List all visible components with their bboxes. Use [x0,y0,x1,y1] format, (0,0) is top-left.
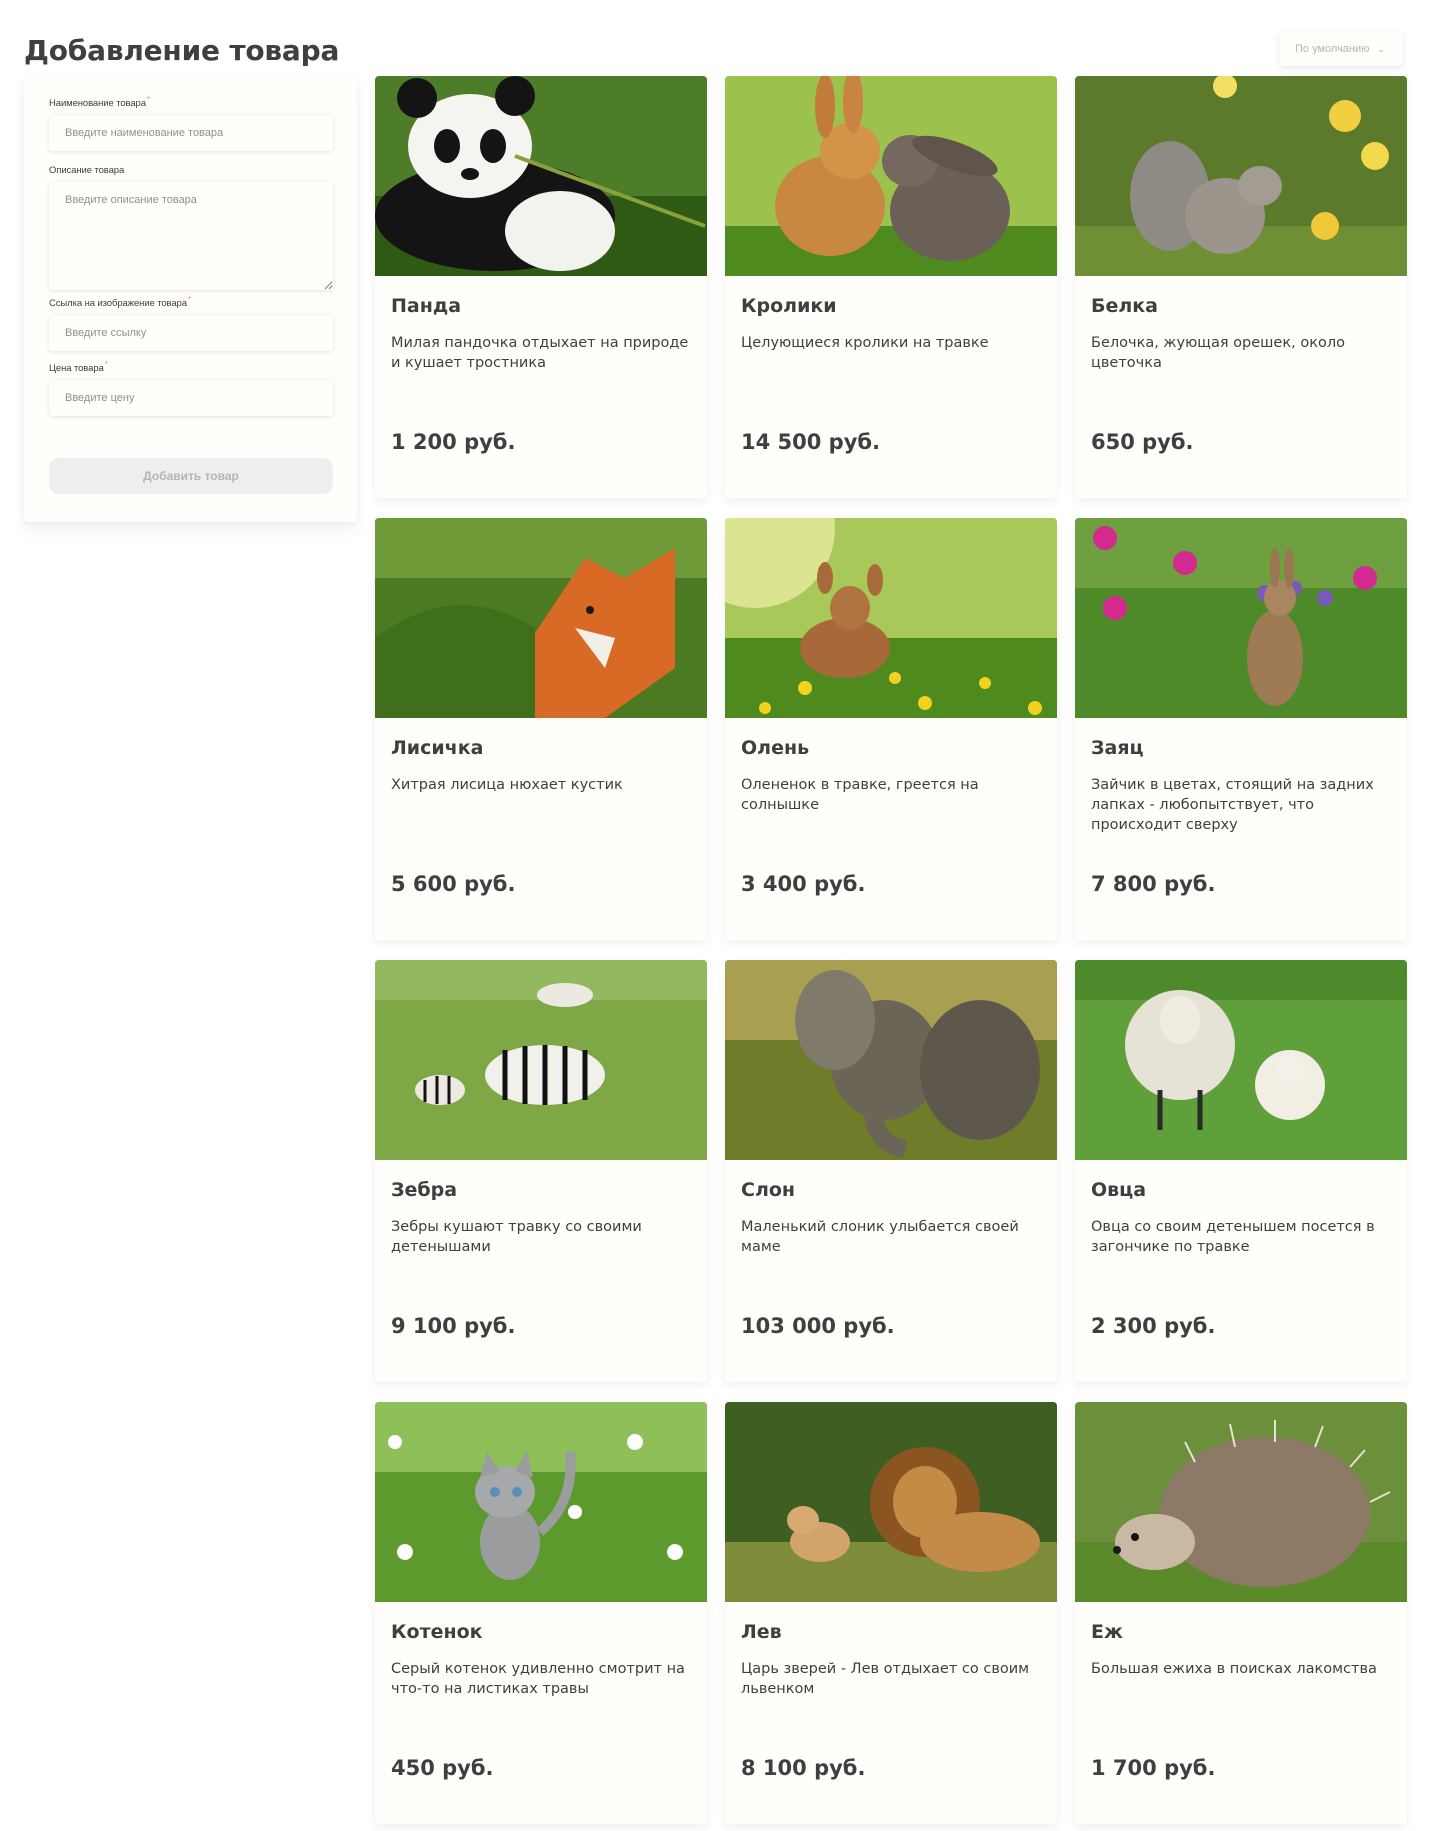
description-field-label: Описание товара [49,165,125,176]
product-price: 1 200 руб. [391,430,516,454]
product-image-rabbits [725,76,1057,276]
product-description: Овца со своим детенышем посется в загонч… [1091,1219,1375,1255]
product-price: 8 100 руб. [741,1756,866,1780]
product-image-fawn [725,518,1057,718]
product-title: Зебра [391,1179,458,1201]
product-title: Кролики [741,295,837,317]
add-product-button[interactable]: Добавить товар [49,458,333,494]
product-description: Зайчик в цветах, стоящий на задних лапка… [1091,777,1374,833]
product-image-lion [725,1402,1057,1602]
image-link-field-label-text: Ссылка на изображение товара [49,298,187,309]
product-card[interactable]: Еж Большая ежиха в поисках лакомства 1 700… [1075,1402,1407,1824]
product-title: Олень [741,737,810,759]
product-description: Большая ежиха в поисках лакомства [1091,1661,1377,1677]
product-price: 2 300 руб. [1091,1314,1216,1338]
required-marker: * [146,95,150,104]
product-price: 9 100 руб. [391,1314,516,1338]
product-image-sheep [1075,960,1407,1160]
page-title: Добавление товара [24,34,340,67]
product-description: Олененок в травке, греется на солнышке [741,777,979,813]
product-description: Зебры кушают травку со своими детенышами [391,1219,642,1255]
sort-select[interactable]: По умолчанию ⌄ [1280,32,1402,66]
product-card[interactable]: Кролики Целующиеся кролики на травке 14 50… [725,76,1057,498]
price-input[interactable] [49,380,333,416]
product-card[interactable]: Лев Царь зверей - Лев отдыхает со своим л… [725,1402,1057,1824]
product-title: Белка [1091,295,1159,317]
product-image-kitten [375,1402,707,1602]
product-card[interactable]: Овца Овца со своим детенышем посется в за… [1075,960,1407,1382]
product-image-squirrel [1075,76,1407,276]
product-price: 1 700 руб. [1091,1756,1216,1780]
product-image-zebra [375,960,707,1160]
product-description: Милая пандочка отдыхает на природе и куш… [391,335,689,371]
product-price: 3 400 руб. [741,872,866,896]
product-title: Овца [1091,1179,1147,1201]
add-product-form: Наименование товара* Описание товара Ссы… [24,76,357,522]
product-price: 450 руб. [391,1756,494,1780]
sort-select-label: По умолчанию [1295,43,1370,55]
product-card[interactable]: Олень Олененок в травке, греется на солны… [725,518,1057,940]
product-price: 7 800 руб. [1091,872,1216,896]
product-card[interactable]: Заяц Зайчик в цветах, стоящий на задних л… [1075,518,1407,940]
product-image-hare [1075,518,1407,718]
product-card[interactable]: Котенок Серый котенок удивленно смотрит н… [375,1402,707,1824]
product-title: Лев [741,1621,782,1643]
product-card[interactable]: Зебра Зебры кушают травку со своими детен… [375,960,707,1382]
product-price: 5 600 руб. [391,872,516,896]
product-title: Котенок [391,1621,483,1643]
name-input[interactable] [49,115,333,151]
product-description: Хитрая лисица нюхает кустик [391,777,623,793]
product-price: 14 500 руб. [741,430,881,454]
name-field-label: Наименование товара* [49,95,150,109]
chevron-down-icon: ⌄ [1377,43,1385,54]
product-description: Белочка, жующая орешек, около цветочка [1091,335,1345,371]
product-card[interactable]: Слон Маленький слоник улыбается своей мам… [725,960,1057,1382]
image-link-input[interactable] [49,315,333,351]
price-field-label: Цена товара* [49,360,108,374]
product-description: Серый котенок удивленно смотрит на что-т… [391,1661,685,1697]
description-textarea[interactable] [49,182,333,290]
product-title: Еж [1091,1621,1123,1643]
required-marker: * [187,295,191,304]
required-marker: * [104,360,108,369]
price-field-label-text: Цена товара [49,363,104,374]
product-image-fox [375,518,707,718]
name-field-label-text: Наименование товара [49,98,146,109]
image-link-field-label: Ссылка на изображение товара* [49,295,191,309]
product-price: 103 000 руб. [741,1314,895,1338]
product-title: Слон [741,1179,796,1201]
product-price: 650 руб. [1091,430,1194,454]
product-image-hedgehog [1075,1402,1407,1602]
product-image-elephant [725,960,1057,1160]
product-description: Целующиеся кролики на травке [741,335,989,351]
product-card[interactable]: Панда Милая пандочка отдыхает на природе … [375,76,707,498]
product-title: Панда [391,295,462,317]
product-image-panda [375,76,707,276]
product-description: Царь зверей - Лев отдыхает со своим льве… [741,1661,1030,1697]
product-title: Заяц [1091,737,1144,759]
product-card[interactable]: Лисичка Хитрая лисица нюхает кустик 5 600 … [375,518,707,940]
product-card[interactable]: Белка Белочка, жующая орешек, около цвето… [1075,76,1407,498]
product-description: Маленький слоник улыбается своей маме [741,1219,1019,1255]
product-title: Лисичка [391,737,484,759]
